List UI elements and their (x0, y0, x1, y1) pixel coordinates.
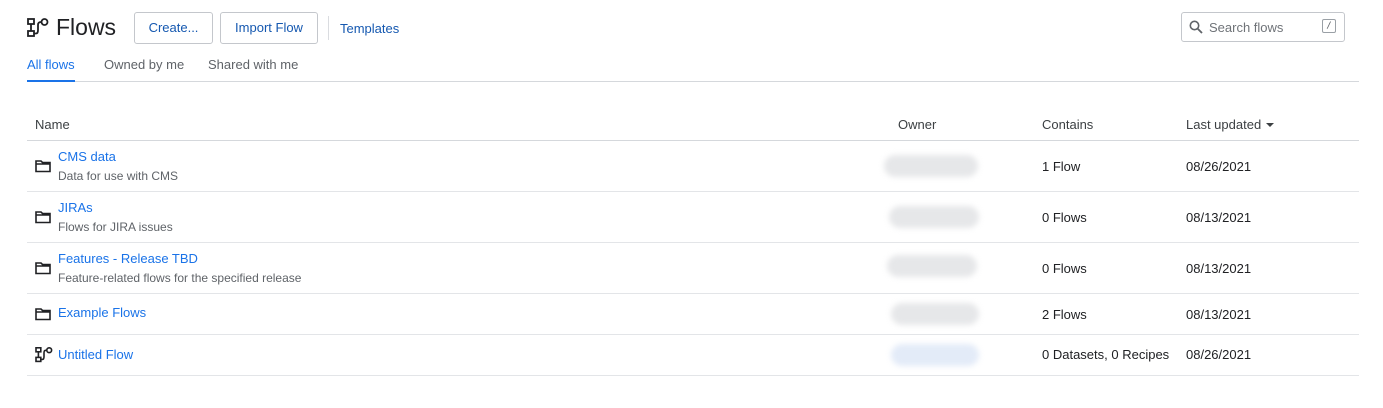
folder-icon (35, 261, 51, 275)
owner-avatar-blurred (887, 255, 977, 277)
owner-avatar-blurred (889, 206, 979, 228)
owner-avatar-blurred (891, 344, 979, 366)
row-contains: 0 Flows (1042, 261, 1087, 276)
table-row[interactable]: JIRAs Flows for JIRA issues 0 Flows 08/1… (27, 192, 1359, 243)
row-description: Feature-related flows for the specified … (58, 271, 302, 285)
column-header-contains[interactable]: Contains (1042, 117, 1093, 132)
tab-owned-by-me[interactable]: Owned by me (104, 57, 184, 72)
tab-bar: All flows Owned by me Shared with me (27, 55, 1359, 82)
sort-descending-icon (1266, 123, 1275, 127)
flow-icon (35, 347, 53, 363)
column-header-owner[interactable]: Owner (898, 117, 936, 132)
tab-shared-with-me[interactable]: Shared with me (208, 57, 298, 72)
row-last-updated: 08/26/2021 (1186, 347, 1252, 362)
row-name-link[interactable]: Example Flows (58, 305, 146, 320)
flows-table: Name Owner Contains Last updated CMS dat… (27, 108, 1359, 376)
row-contains: 1 Flow (1042, 159, 1081, 174)
import-flow-button[interactable]: Import Flow (220, 12, 318, 44)
row-name-link[interactable]: JIRAs (58, 200, 93, 215)
folder-icon (35, 307, 51, 321)
row-last-updated: 08/13/2021 (1186, 307, 1252, 322)
owner-avatar-blurred (884, 155, 978, 177)
table-header: Name Owner Contains Last updated (27, 108, 1359, 141)
search-icon (1189, 20, 1203, 34)
row-last-updated: 08/26/2021 (1186, 159, 1252, 174)
row-last-updated: 08/13/2021 (1186, 261, 1252, 276)
row-name-link[interactable]: CMS data (58, 149, 116, 164)
create-button[interactable]: Create... (134, 12, 213, 44)
owner-avatar-blurred (891, 303, 979, 325)
active-tab-indicator (27, 80, 75, 82)
row-name-link[interactable]: Untitled Flow (58, 347, 133, 362)
row-contains: 2 Flows (1042, 307, 1087, 322)
tab-all-flows[interactable]: All flows (27, 57, 75, 72)
row-contains: 0 Flows (1042, 210, 1087, 225)
flow-icon (27, 18, 49, 38)
table-row[interactable]: CMS data Data for use with CMS 1 Flow 08… (27, 141, 1359, 192)
table-row[interactable]: Untitled Flow 0 Datasets, 0 Recipes 08/2… (27, 335, 1359, 376)
search-box[interactable]: / (1181, 12, 1345, 42)
page-title: Flows (56, 14, 117, 40)
row-last-updated: 08/13/2021 (1186, 210, 1252, 225)
column-header-last-updated[interactable]: Last updated (1186, 117, 1275, 132)
keyboard-shortcut-hint: / (1322, 19, 1336, 33)
toolbar-divider (328, 16, 329, 40)
folder-icon (35, 210, 51, 224)
column-header-name[interactable]: Name (35, 117, 70, 132)
templates-link[interactable]: Templates (340, 21, 399, 36)
table-row[interactable]: Features - Release TBD Feature-related f… (27, 243, 1359, 294)
column-header-last-updated-label: Last updated (1186, 117, 1262, 132)
folder-icon (35, 159, 51, 173)
row-name-link[interactable]: Features - Release TBD (58, 251, 198, 266)
search-input[interactable] (1209, 17, 1314, 37)
page-header: Flows Create... Import Flow Templates / (27, 12, 1345, 44)
table-row[interactable]: Example Flows 2 Flows 08/13/2021 (27, 294, 1359, 335)
row-description: Flows for JIRA issues (58, 220, 173, 234)
row-contains: 0 Datasets, 0 Recipes (1042, 347, 1170, 362)
row-description: Data for use with CMS (58, 169, 179, 183)
